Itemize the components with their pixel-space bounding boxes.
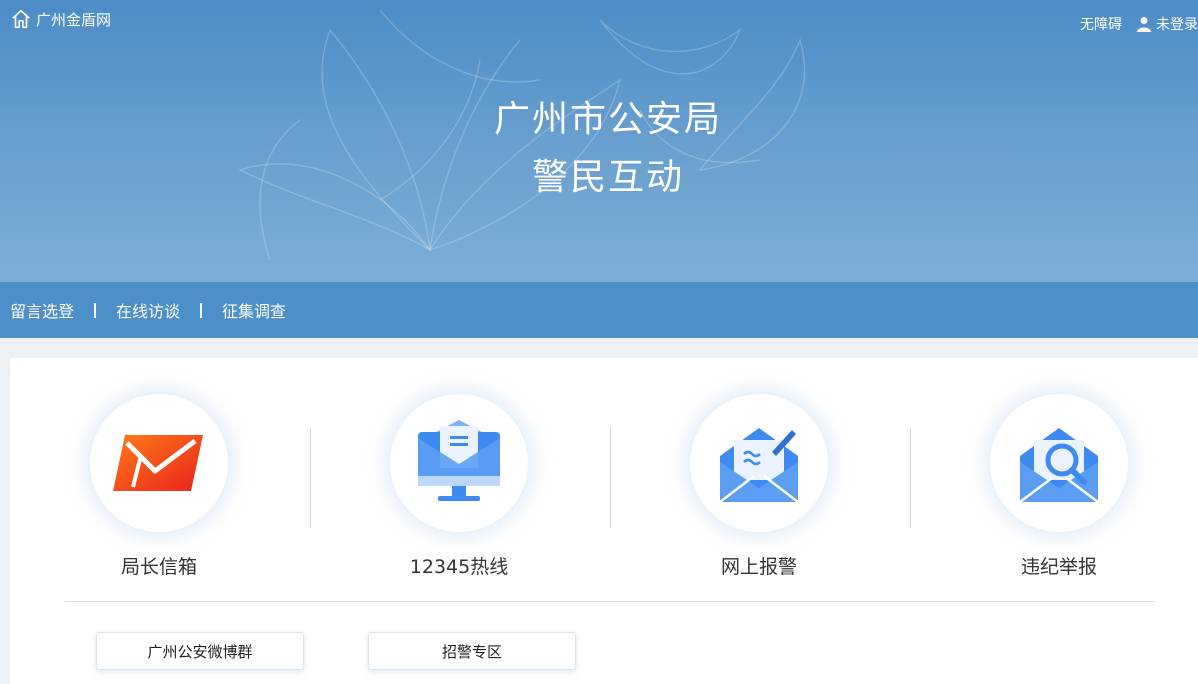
service-icon-circle: [390, 394, 528, 532]
page-title-line2: 警民互动: [531, 157, 684, 198]
site-name: 广州金盾网: [36, 10, 112, 29]
service-divider: [310, 428, 311, 528]
police-recruitment-button[interactable]: 招警专区: [368, 632, 576, 670]
site-home-link[interactable]: 广州金盾网: [10, 8, 111, 30]
service-director-mailbox[interactable]: 局长信箱: [74, 394, 244, 579]
page-title-line1: 广州市公安局: [493, 99, 722, 140]
service-discipline-report[interactable]: 违纪举报: [974, 394, 1144, 579]
top-right-links: 无障碍 未登录: [1080, 14, 1198, 34]
online-report-icon: [719, 428, 799, 503]
service-divider: [910, 428, 911, 528]
login-status: 未登录: [1156, 17, 1198, 33]
service-icon-circle: [690, 394, 828, 532]
service-divider: [610, 428, 611, 528]
user-icon: [1137, 17, 1151, 32]
login-link[interactable]: 未登录: [1136, 14, 1198, 34]
service-label: 12345热线: [409, 556, 509, 578]
service-icon-circle: [990, 394, 1128, 532]
services-panel: 局长信箱 12345热线 网上报警 违纪举报 广州公安微博群 招警专区: [10, 358, 1198, 684]
panel-divider: [65, 601, 1155, 602]
service-hotline[interactable]: 12345热线: [374, 394, 544, 579]
nav-item-interviews[interactable]: 在线访谈: [106, 298, 190, 322]
nav-item-surveys[interactable]: 征集调查: [212, 298, 296, 322]
service-label: 局长信箱: [120, 556, 197, 578]
discipline-report-icon: [1019, 428, 1099, 503]
section-nav: 留言选登 在线访谈 征集调查: [0, 282, 1198, 338]
hotline-monitor-icon: [418, 420, 500, 501]
service-icon-circle: [90, 394, 228, 532]
weibo-group-button[interactable]: 广州公安微博群: [96, 632, 304, 670]
home-icon: [12, 9, 30, 29]
nav-item-messages[interactable]: 留言选登: [0, 298, 84, 322]
header-banner: 广州金盾网 无障碍 未登录 广州市公安局 警民互动: [0, 0, 1198, 282]
nav-divider: [94, 302, 97, 318]
service-label: 网上报警: [720, 556, 797, 578]
accessibility-link[interactable]: 无障碍: [1080, 14, 1122, 34]
mail-icon: [113, 435, 203, 491]
service-label: 违纪举报: [1020, 556, 1097, 578]
service-online-report[interactable]: 网上报警: [674, 394, 844, 579]
nav-divider: [200, 302, 203, 318]
